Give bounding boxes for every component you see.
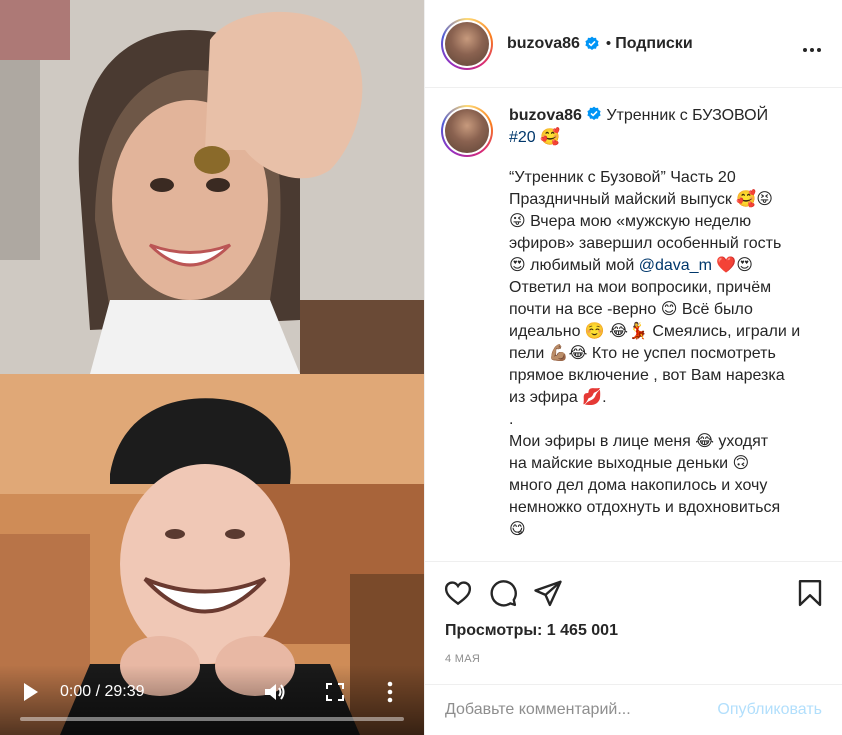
views-label: Просмотры: (445, 622, 543, 639)
caption-text: buzova86 Утренник с БУЗОВОЙ #20 🥰 “Утрен… (509, 105, 819, 541)
avatar[interactable] (441, 17, 493, 70)
caption-line: много дел дома накопилось и хочу (509, 477, 768, 494)
publish-button[interactable]: Опубликовать (717, 701, 822, 719)
caption-avatar[interactable] (441, 105, 493, 157)
caption-line: прямое включение , вот Вам нарезка (509, 367, 785, 384)
video-controls: 0:00 / 29:39 (0, 665, 424, 735)
caption-line: из эфира 💋. (509, 389, 607, 406)
video-time: 0:00 / 29:39 (60, 683, 145, 700)
views-count: Просмотры: 1 465 001 (445, 622, 618, 640)
caption-line-mention: 😍 любимый мой @dava_m ❤️😍 (509, 255, 819, 277)
caption-avatar-image (445, 109, 489, 153)
mention-link[interactable]: @dava_m (639, 257, 712, 274)
post-date[interactable]: 4 МАЯ (445, 653, 480, 665)
post-side-panel: buzova86 • Подписки buzova86 Утренник с … (424, 0, 842, 735)
username-link[interactable]: buzova86 (507, 35, 580, 53)
caption-line: . (509, 411, 514, 428)
separator-dot: • (605, 35, 612, 52)
caption-line: Праздничный майский выпуск 🥰😝 (509, 191, 773, 208)
caption-username-link[interactable]: buzova86 (509, 107, 582, 124)
caption-line: “Утренник с Бузовой” Часть 20 (509, 169, 736, 186)
video-scene-top (0, 0, 424, 374)
caption-line: Ответил на мои вопросики, причём (509, 279, 772, 296)
caption-line: 😋 (509, 521, 526, 538)
post-actions: Просмотры: 1 465 001 4 МАЯ Опубликовать (425, 561, 842, 735)
verified-badge-icon (587, 106, 601, 120)
caption-line: пели 💪🏽😂 Кто не успел посмотреть (509, 345, 776, 362)
comment-icon[interactable] (488, 578, 518, 608)
hashtag-link[interactable]: #20 (509, 129, 536, 146)
bookmark-icon[interactable] (795, 578, 825, 608)
caption-line: 😜 Вчера мою «мужскую неделю (509, 213, 752, 230)
caption-line: Мои эфиры в лице меня 😂 уходят (509, 433, 769, 450)
heart-icon[interactable] (443, 578, 473, 608)
paper-plane-icon[interactable] (533, 578, 563, 608)
caption-line: немножко отдохнуть и вдохновиться (509, 499, 781, 516)
post-header: buzova86 • Подписки (425, 0, 842, 88)
video-frame-top (0, 0, 424, 374)
play-icon[interactable] (22, 682, 40, 702)
caption-area[interactable]: buzova86 Утренник с БУЗОВОЙ #20 🥰 “Утрен… (425, 89, 842, 561)
video-player[interactable]: 0:00 / 29:39 (0, 0, 424, 735)
verified-badge-icon (585, 36, 599, 50)
following-button[interactable]: Подписки (615, 35, 692, 53)
fullscreen-icon[interactable] (325, 682, 345, 702)
comment-form: Опубликовать (425, 684, 842, 735)
views-value: 1 465 001 (546, 622, 618, 639)
avatar-image (445, 21, 489, 66)
caption-title-line: buzova86 Утренник с БУЗОВОЙ #20 🥰 (509, 105, 819, 149)
more-vertical-icon[interactable] (385, 680, 395, 704)
caption-line: эфиров» завершил особенный гость (509, 235, 782, 252)
caption-line: на майские выходные деньки 🙃 (509, 455, 750, 472)
caption-title-emoji: 🥰 (540, 129, 561, 146)
caption-line: почти на все -верно 😊 Всё было (509, 301, 753, 318)
caption-body: “Утренник с Бузовой” Часть 20 Праздничны… (509, 167, 819, 541)
more-horizontal-icon[interactable] (802, 40, 822, 52)
caption-title: Утренник с БУЗОВОЙ (606, 107, 769, 124)
video-progress-bar[interactable] (20, 717, 404, 721)
caption-line: идеально ☺️ 😂💃 Смеялись, играли и (509, 323, 801, 340)
comment-input[interactable] (445, 697, 705, 723)
caption-line-part: 😍 любимый мой (509, 257, 639, 274)
instagram-post-modal: 0:00 / 29:39 buzova86 • Подписки buzova8… (0, 0, 842, 735)
caption-line-part: ❤️😍 (711, 257, 753, 274)
volume-icon[interactable] (263, 681, 287, 703)
